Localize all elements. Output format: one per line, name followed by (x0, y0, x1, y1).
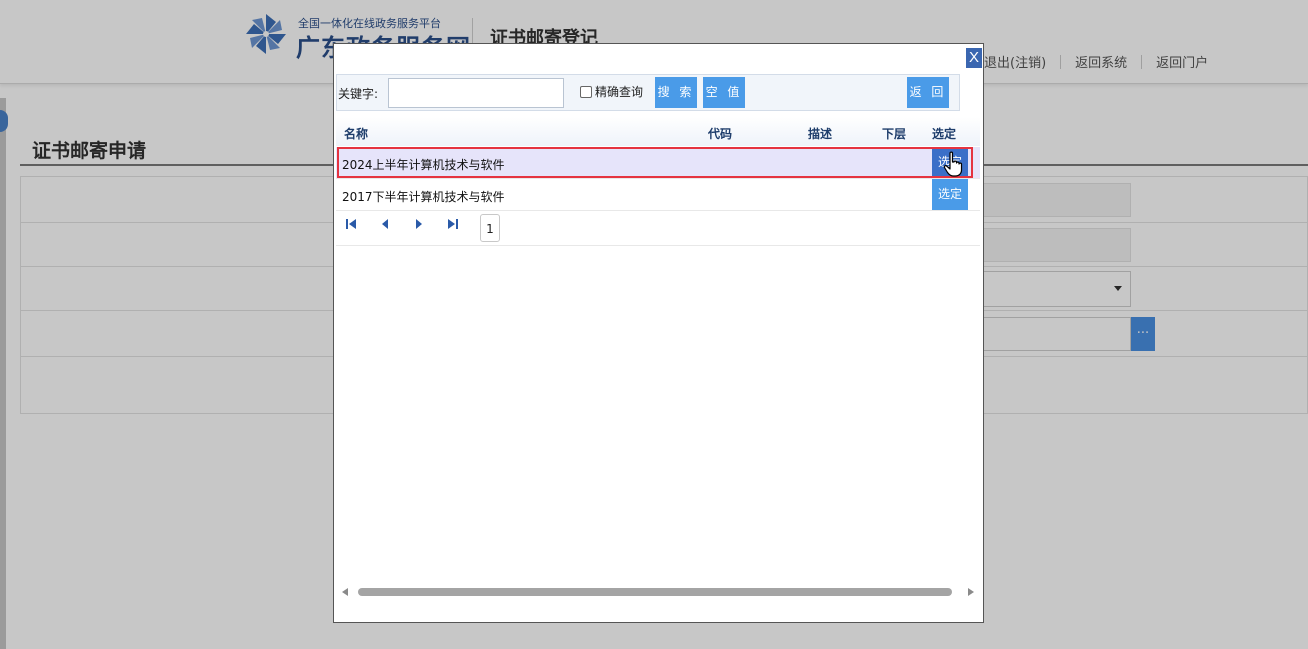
horizontal-scrollbar[interactable] (342, 586, 974, 598)
column-header-code[interactable]: 代码 (708, 125, 732, 142)
select-dialog: X 关键字: 精确查询 搜 索 空 值 返 回 名称 代码 描述 下层 选定 2… (333, 43, 984, 623)
row-name: 2017下半年计算机技术与软件 (342, 190, 505, 204)
back-button[interactable]: 返 回 (907, 77, 949, 108)
row-name: 2024上半年计算机技术与软件 (342, 158, 505, 172)
checkbox-box[interactable] (580, 85, 592, 98)
grid-header: 名称 代码 描述 下层 选定 (336, 117, 980, 146)
page-number[interactable]: 1 (480, 214, 500, 242)
table-row[interactable]: 2017下半年计算机技术与软件 选定 (336, 179, 980, 211)
clear-button[interactable]: 空 值 (703, 77, 745, 108)
prev-page-icon[interactable] (378, 217, 392, 231)
column-header-desc[interactable]: 描述 (808, 125, 832, 142)
search-toolbar: 关键字: 精确查询 搜 索 空 值 返 回 (336, 74, 960, 111)
hand-cursor-icon (943, 151, 963, 177)
next-page-icon[interactable] (412, 217, 426, 231)
table-row[interactable]: 2024上半年计算机技术与软件 选定 (336, 147, 980, 179)
exact-query-checkbox[interactable]: 精确查询 (580, 83, 643, 100)
close-button[interactable]: X (966, 48, 982, 68)
keyword-label: 关键字: (338, 87, 379, 101)
column-header-name[interactable]: 名称 (344, 125, 368, 142)
first-page-icon[interactable] (344, 217, 358, 231)
scroll-thumb[interactable] (358, 588, 952, 596)
last-page-icon[interactable] (446, 217, 460, 231)
scroll-right-arrow-icon[interactable] (968, 588, 974, 596)
exact-query-label: 精确查询 (595, 85, 644, 99)
column-header-select[interactable]: 选定 (932, 125, 956, 142)
column-header-lower[interactable]: 下层 (882, 125, 906, 142)
search-button[interactable]: 搜 索 (655, 77, 697, 108)
select-button[interactable]: 选定 (932, 179, 968, 210)
keyword-input[interactable] (388, 78, 564, 108)
pager: 1 (336, 212, 980, 246)
scroll-left-arrow-icon[interactable] (342, 588, 348, 596)
